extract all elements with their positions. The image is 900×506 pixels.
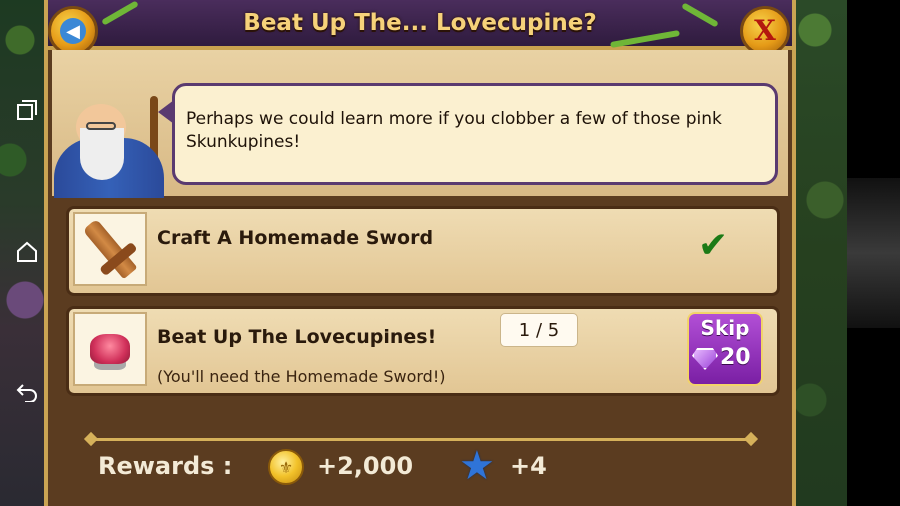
skip-label[interactable]: Skip [687,316,763,340]
home-icon[interactable] [0,222,53,282]
back-nav-icon[interactable] [0,362,53,422]
coin-icon: ⚜ [268,449,304,485]
wizard-beard [80,128,124,180]
star-reward-value: +4 [510,452,547,480]
star-icon: ★ [459,443,495,489]
nav-highlight [847,178,900,328]
rewards-label: Rewards : [98,452,233,480]
quest-progress-counter: 1 / 5 [500,313,578,347]
game-background-right [795,0,847,506]
recent-apps-icon[interactable] [0,80,53,140]
arrow-left-icon: ◀ [60,18,86,44]
checkmark-icon: ✔ [698,225,729,266]
quest-title: Craft A Homemade Sword [157,227,434,249]
dialogue-text: Perhaps we could learn more if you clobb… [186,109,722,152]
quest-subtitle: (You'll need the Homemade Sword!) [157,367,446,386]
quest-row-craft-sword [66,206,780,296]
dialog-title: Beat Up The... Lovecupine? [243,10,597,36]
coin-reward-value: +2,000 [317,452,414,480]
wooden-sword-icon [82,218,138,280]
wizard-glasses [86,122,116,130]
quest-thumbnail [73,312,147,386]
quest-thumbnail [73,212,147,286]
back-button[interactable]: ◀ [48,6,98,56]
close-button[interactable]: X [740,6,790,56]
close-icon: X [754,14,776,47]
skip-cost: 20 [720,345,751,370]
rewards-divider [90,438,752,441]
lovecupine-icon [90,334,130,364]
quest-title: Beat Up The Lovecupines! [157,326,437,348]
